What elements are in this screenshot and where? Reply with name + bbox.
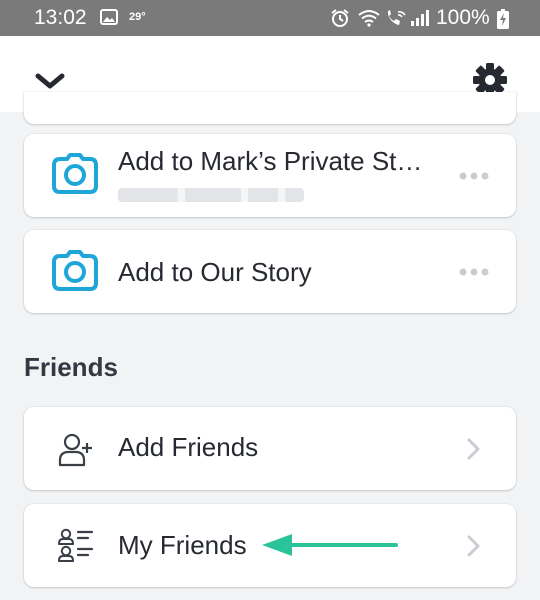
more-icon[interactable] <box>458 267 490 277</box>
add-friends-item[interactable]: Add Friends <box>24 407 516 490</box>
chevron-right-icon <box>467 438 480 460</box>
story-title: Add to Our Story <box>118 257 312 287</box>
alarm-icon <box>331 9 349 27</box>
story-card[interactable]: Add to Our Story <box>24 230 516 313</box>
status-bar: 13:02 29° 100% <box>0 0 540 36</box>
add-friend-icon <box>58 433 92 467</box>
arrow-left-icon <box>262 534 398 556</box>
my-friends-label: My Friends <box>118 530 247 560</box>
more-icon[interactable] <box>458 171 490 181</box>
wifi-icon <box>358 10 380 27</box>
battery-charging-icon <box>497 9 509 29</box>
status-time: 13:02 <box>34 6 87 29</box>
section-title-friends: Friends <box>24 352 118 382</box>
previous-card-peek <box>24 92 516 124</box>
story-title: Add to Mark’s Private St… <box>118 146 423 176</box>
gallery-icon <box>100 9 118 25</box>
my-friends-item[interactable]: My Friends <box>24 504 516 587</box>
signal-icon <box>411 10 429 26</box>
camera-icon <box>52 250 98 291</box>
camera-icon <box>52 153 98 194</box>
wifi-calling-icon <box>387 10 406 25</box>
add-friends-label: Add Friends <box>118 432 259 462</box>
status-temperature: 29° <box>129 11 146 23</box>
friends-list-icon <box>58 528 94 562</box>
status-battery: 100% <box>436 6 490 29</box>
story-subtitle <box>118 188 304 202</box>
story-card[interactable]: Add to Mark’s Private St… <box>24 134 516 217</box>
chevron-right-icon <box>467 535 480 557</box>
